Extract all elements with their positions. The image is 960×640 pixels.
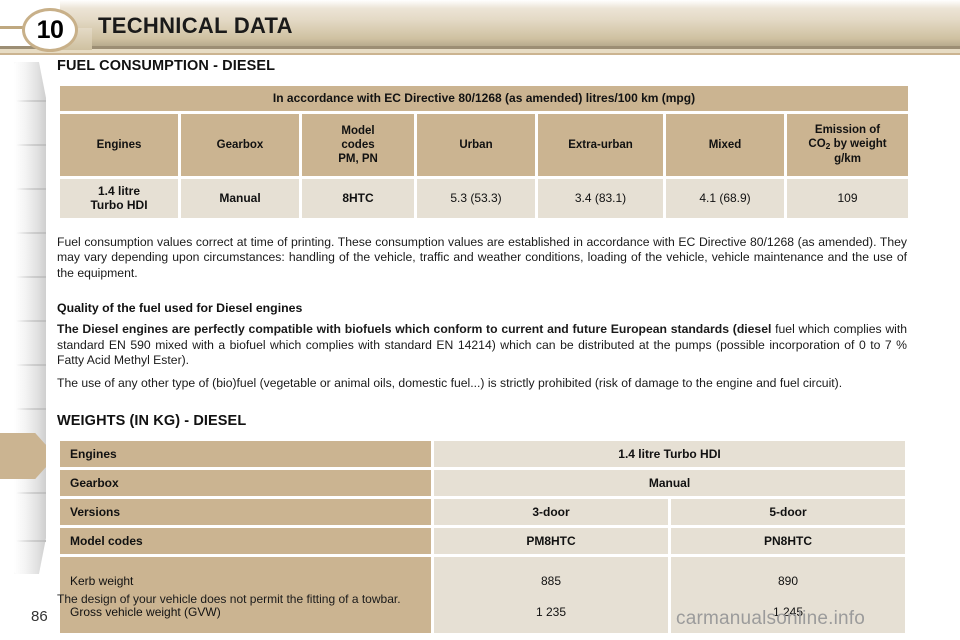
column-header-model-codes: Model codes PM, PN — [302, 113, 414, 176]
weights-value-gearbox: Manual — [434, 470, 905, 497]
weights-row-label-versions: Versions — [60, 499, 431, 526]
tab-divider — [16, 188, 46, 190]
by-weight-text: by weight — [830, 138, 887, 151]
tab-divider — [16, 232, 46, 234]
tab-divider — [16, 320, 46, 322]
table-row: Model codes PM8HTC PN8HTC — [60, 528, 905, 555]
weights-value-engines: 1.4 litre Turbo HDI — [434, 441, 905, 468]
emission-line-1: Emission of — [814, 124, 881, 137]
table-header-row: Engines Gearbox Model codes PM, PN Urban… — [60, 113, 909, 176]
site-watermark: carmanualsonline.info — [676, 608, 866, 629]
cell-extra-urban: 3.4 (83.1) — [538, 178, 663, 218]
tab-divider — [16, 144, 46, 146]
cell-urban: 5.3 (53.3) — [417, 178, 535, 218]
fuel-table-caption: In accordance with EC Directive 80/1268 … — [60, 86, 909, 111]
tab-divider — [16, 364, 46, 366]
table-row: 1.4 litre Turbo HDI Manual 8HTC 5.3 (53.… — [60, 178, 909, 218]
kerb-weight-5door: 890 — [777, 574, 799, 589]
model-codes-line-1: Model — [341, 124, 375, 137]
engine-line-1: 1.4 litre — [97, 183, 141, 198]
fuel-consumption-note: Fuel consumption values correct at time … — [57, 234, 907, 280]
cell-model-codes: 8HTC — [302, 178, 414, 218]
weights-table: Engines 1.4 litre Turbo HDI Gearbox Manu… — [57, 438, 908, 636]
tab-divider — [16, 276, 46, 278]
page-number: 86 — [31, 608, 48, 625]
column-header-engines: Engines — [60, 113, 178, 176]
tab-divider — [16, 100, 46, 102]
weights-values-3door: 885 1 235 — [434, 557, 668, 634]
column-header-urban: Urban — [417, 113, 535, 176]
active-chapter-tab[interactable] — [0, 433, 46, 479]
model-codes-line-3: PM, PN — [338, 152, 378, 165]
tab-divider — [16, 408, 46, 410]
weights-section-title: WEIGHTS (IN KG) - DIESEL — [57, 413, 247, 430]
cell-engine: 1.4 litre Turbo HDI — [60, 178, 178, 218]
column-header-gearbox: Gearbox — [181, 113, 299, 176]
column-header-mixed: Mixed — [666, 113, 784, 176]
cell-mixed: 4.1 (68.9) — [666, 178, 784, 218]
header-rule-thin — [0, 53, 960, 55]
table-row: Versions 3-door 5-door — [60, 499, 905, 526]
fuel-quality-bold-text: The Diesel engines are perfectly compati… — [57, 322, 776, 337]
chapter-number-badge: 10 — [22, 8, 78, 52]
weights-row-label-engines: Engines — [60, 441, 431, 468]
weights-value-versions-5door: 5-door — [671, 499, 905, 526]
tab-divider — [16, 540, 46, 542]
weights-value-model-code-pn8htc: PN8HTC — [671, 528, 905, 555]
cell-co2: 109 — [787, 178, 909, 218]
emission-line-2: CO2 by weight — [790, 137, 905, 151]
towbar-footnote: The design of your vehicle does not perm… — [57, 592, 401, 606]
model-codes-line-2: codes — [341, 138, 375, 151]
column-header-co2-emission: Emission of CO2 by weight g/km — [787, 113, 909, 176]
tab-strip-background — [14, 62, 46, 574]
table-row: Engines 1.4 litre Turbo HDI — [60, 441, 905, 468]
table-caption-row: In accordance with EC Directive 80/1268 … — [60, 86, 909, 111]
chapter-tab-strip[interactable] — [14, 62, 46, 574]
column-header-extra-urban: Extra-urban — [538, 113, 663, 176]
fuel-consumption-section-title: FUEL CONSUMPTION - DIESEL — [57, 58, 276, 74]
chapter-number-label: 10 — [36, 15, 64, 44]
weights-value-model-code-pm8htc: PM8HTC — [434, 528, 668, 555]
fuel-quality-paragraph-1: The Diesel engines are perfectly compati… — [57, 322, 907, 368]
page-title: TECHNICAL DATA — [98, 13, 293, 38]
fuel-consumption-table: In accordance with EC Directive 80/1268 … — [57, 83, 911, 221]
weights-value-versions-3door: 3-door — [434, 499, 668, 526]
fuel-quality-paragraph-2: The use of any other type of (bio)fuel (… — [57, 375, 843, 390]
weights-row-label-gearbox: Gearbox — [60, 470, 431, 497]
weights-row-label-model-codes: Model codes — [60, 528, 431, 555]
gvw-3door: 1 235 — [535, 604, 567, 619]
page-content: FUEL CONSUMPTION - DIESEL In accordance … — [57, 58, 909, 636]
cell-gearbox: Manual — [181, 178, 299, 218]
co2-text: CO — [808, 138, 826, 151]
table-row: Gearbox Manual — [60, 470, 905, 497]
engine-line-2: Turbo HDI — [90, 198, 148, 213]
fuel-quality-heading: Quality of the fuel used for Diesel engi… — [57, 301, 303, 316]
tab-divider — [16, 492, 46, 494]
kerb-weight-3door: 885 — [540, 574, 562, 589]
emission-line-3: g/km — [834, 152, 861, 165]
